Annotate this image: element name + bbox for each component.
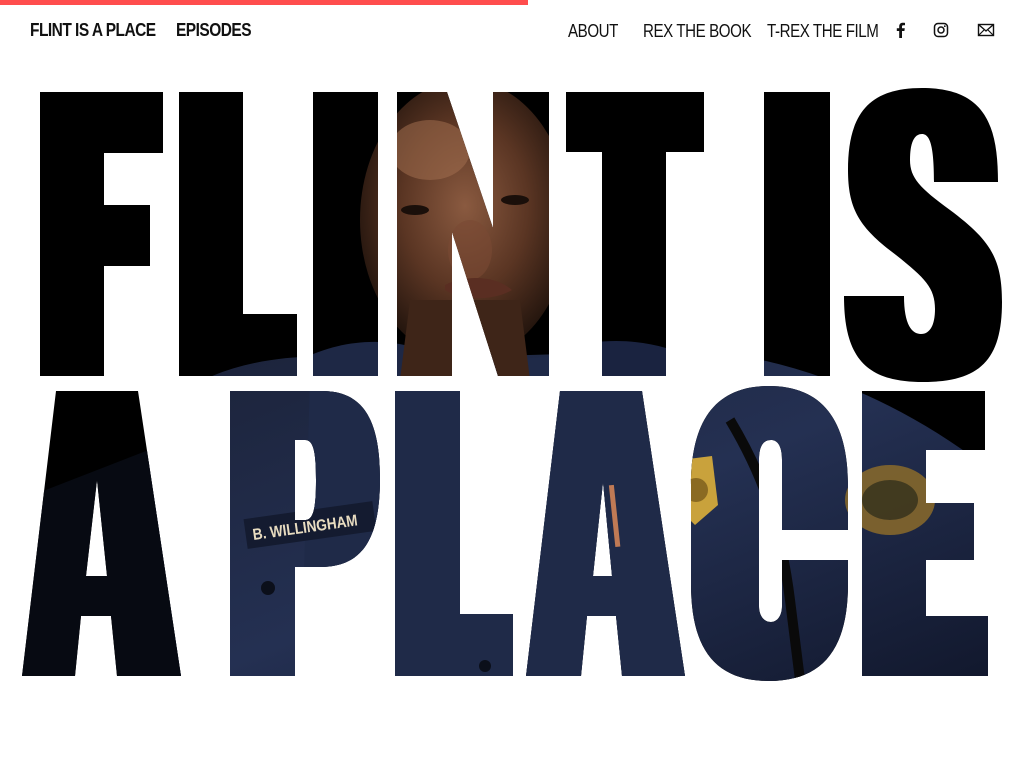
- hero-photo-officer: B. WILLINGHAM: [22, 88, 1002, 681]
- hero-title: B. WILLINGHAM: [22, 88, 1002, 681]
